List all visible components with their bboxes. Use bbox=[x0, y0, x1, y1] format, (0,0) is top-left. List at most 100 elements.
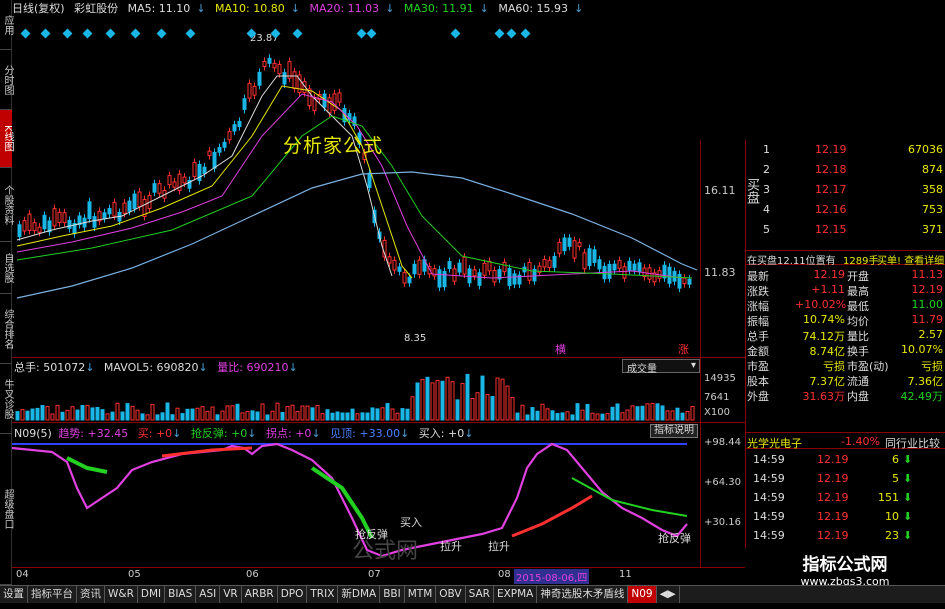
candle-body bbox=[597, 259, 602, 270]
watermark-text: 公式网 bbox=[352, 539, 418, 564]
candle-body bbox=[577, 241, 582, 247]
volume-bar bbox=[70, 406, 75, 421]
candle-body bbox=[542, 259, 547, 268]
bottom-tab[interactable]: VR bbox=[220, 586, 242, 603]
alert-detail-link[interactable]: 买单! 查看详细 bbox=[877, 252, 944, 267]
bottom-tab[interactable]: TRIX bbox=[307, 586, 339, 603]
volume-bar bbox=[620, 412, 625, 421]
indicator-chart[interactable]: 抢反弹 买入 拉升 拉升 抢反弹 公式网 bbox=[12, 438, 702, 567]
volume-bar bbox=[345, 412, 350, 421]
bottom-tab[interactable]: EXPMA bbox=[494, 586, 538, 603]
bid-price: 12.18 bbox=[815, 163, 847, 176]
bottom-tab[interactable]: DMI bbox=[138, 586, 166, 603]
bid-volume: 358 bbox=[922, 183, 943, 196]
stat-value: 31.63万 bbox=[802, 390, 846, 403]
candlestick-chart[interactable]: 23.87 8.35 bbox=[12, 16, 702, 356]
order-book-row[interactable]: 1 12.19 67036 bbox=[745, 140, 945, 160]
bottom-tab[interactable]: ARBR bbox=[242, 586, 278, 603]
candle-body bbox=[552, 255, 557, 268]
tab-apps[interactable]: 应用 bbox=[0, 0, 13, 50]
date-label: 07 bbox=[368, 569, 381, 580]
volume-bar bbox=[165, 402, 170, 421]
bottom-tab[interactable]: 新DMA bbox=[338, 586, 381, 603]
candle-body bbox=[672, 270, 677, 282]
overlay-watermark-title: 分析家公式 bbox=[283, 135, 384, 157]
bottom-tab[interactable]: SAR bbox=[466, 586, 494, 603]
volume-bar bbox=[560, 412, 565, 421]
ma10-label: MA10: 10.80 bbox=[215, 2, 285, 15]
left-tab-bar: 应用 分时图 K线图 个股资料 自选股 综合排名 牛叉诊股 超级盘口 bbox=[0, 0, 13, 585]
tab-diagnosis[interactable]: 牛叉诊股 bbox=[0, 364, 13, 434]
volume-bar bbox=[105, 413, 110, 421]
candle-body bbox=[682, 277, 687, 285]
volume-bar bbox=[145, 414, 150, 421]
bottom-tab[interactable]: N09 bbox=[628, 586, 657, 603]
volume-bars[interactable] bbox=[12, 372, 702, 422]
bottom-tab[interactable]: ASI bbox=[196, 586, 221, 603]
stat-value: +1.11 bbox=[811, 283, 845, 296]
volume-bar bbox=[305, 405, 310, 421]
stat-value: +10.02% bbox=[795, 298, 847, 311]
volume-bar bbox=[435, 379, 440, 421]
bottom-tab[interactable]: DPO bbox=[278, 586, 308, 603]
tick-time: 14:59 bbox=[753, 472, 785, 485]
volume-bar bbox=[600, 413, 605, 421]
volume-bar bbox=[470, 397, 475, 421]
large-order-alert[interactable]: 在买盘12.11位置有 1289手 买单! 查看详细 bbox=[745, 250, 945, 267]
signal-diamond-icon bbox=[356, 28, 367, 39]
volume-bar bbox=[460, 382, 465, 421]
volume-bar bbox=[485, 393, 490, 421]
volume-bar bbox=[665, 410, 670, 421]
date-label: 04 bbox=[16, 569, 29, 580]
sector-row[interactable]: 光学光电子 -1.40% 同行业比较 bbox=[745, 432, 945, 451]
bottom-tab[interactable]: ◀▶ bbox=[657, 586, 680, 603]
sector-compare-link[interactable]: 同行业比较 bbox=[885, 435, 940, 451]
order-book-row[interactable]: 3 12.17 358 bbox=[745, 180, 945, 200]
signal-diamond-icon bbox=[246, 28, 257, 39]
order-book-row[interactable]: 2 12.18 874 bbox=[745, 160, 945, 180]
volume-bar bbox=[140, 413, 145, 421]
volume-bar bbox=[500, 378, 505, 421]
order-book-row[interactable]: 4 12.16 753 bbox=[745, 200, 945, 220]
bottom-tab[interactable]: W&R bbox=[105, 586, 138, 603]
candle-body bbox=[612, 263, 617, 271]
tick-volume: 23 bbox=[885, 529, 899, 542]
tab-watchlist[interactable]: 自选股 bbox=[0, 242, 13, 294]
indicator-help-button[interactable]: 指标说明 bbox=[650, 424, 698, 438]
bottom-tab[interactable]: MTM bbox=[405, 586, 437, 603]
candle-body bbox=[462, 256, 467, 275]
volume-bar bbox=[360, 412, 365, 421]
down-arrow-icon: ↓ bbox=[385, 2, 395, 15]
tab-stock-info[interactable]: 个股资料 bbox=[0, 168, 13, 242]
tick-price: 12.19 bbox=[817, 529, 849, 542]
bottom-tab[interactable]: 神奇选股木矛盾线 bbox=[537, 586, 629, 603]
order-book-row[interactable]: 5 12.15 371 bbox=[745, 220, 945, 240]
tab-kline[interactable]: K线图 bbox=[0, 110, 13, 168]
tab-timeshare[interactable]: 分时图 bbox=[0, 50, 13, 110]
candle-body bbox=[527, 262, 532, 281]
volume-bar bbox=[520, 404, 525, 421]
bottom-tab[interactable]: 设置 bbox=[0, 586, 28, 603]
tab-ranking[interactable]: 综合排名 bbox=[0, 294, 13, 364]
volume-bar bbox=[445, 376, 450, 421]
down-arrow-icon: ↓ bbox=[574, 2, 584, 15]
volume-bar bbox=[35, 407, 40, 421]
stat-value: 11.13 bbox=[911, 268, 944, 281]
bottom-tab[interactable]: 资讯 bbox=[77, 586, 105, 603]
volume-bar bbox=[660, 405, 665, 421]
volume-bar bbox=[645, 403, 650, 421]
bottom-tab[interactable]: BBI bbox=[380, 586, 405, 603]
candle-body bbox=[607, 263, 612, 279]
bottom-tab[interactable]: 指标平台 bbox=[28, 586, 77, 603]
candle-body bbox=[247, 83, 252, 99]
period-label[interactable]: 日线(复权) bbox=[12, 2, 65, 15]
volume-bar bbox=[135, 409, 140, 421]
volume-bar bbox=[635, 406, 640, 421]
volume-bar bbox=[530, 407, 535, 421]
tab-super-board[interactable]: 超级盘口 bbox=[0, 434, 13, 585]
indicator-select[interactable]: 成交量 ▾ bbox=[622, 359, 700, 375]
bottom-tab[interactable]: BIAS bbox=[165, 586, 197, 603]
date-label: 11 bbox=[619, 569, 632, 580]
bottom-tab[interactable]: OBV bbox=[436, 586, 466, 603]
volume-bar bbox=[130, 405, 135, 421]
